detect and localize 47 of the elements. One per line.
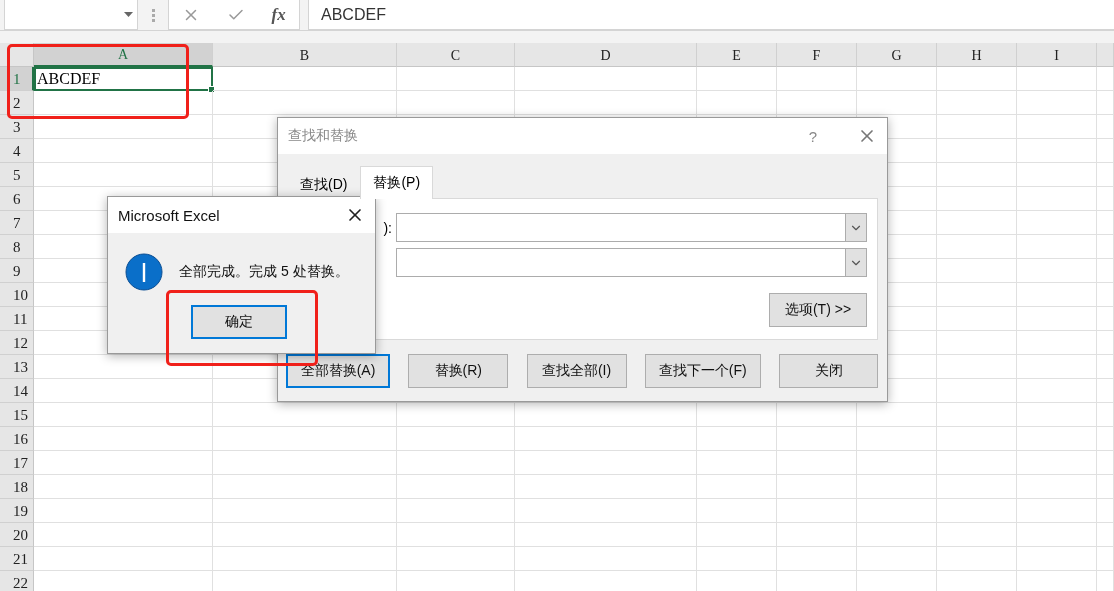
column-header[interactable]: C xyxy=(397,43,515,67)
help-button[interactable]: ? xyxy=(808,127,817,145)
row-header[interactable]: 11 xyxy=(0,307,34,331)
row-header[interactable]: 10 xyxy=(0,283,34,307)
row-header[interactable]: 2 xyxy=(0,91,34,115)
column-header[interactable]: G xyxy=(857,43,937,67)
row-header[interactable]: 9 xyxy=(0,259,34,283)
row-header[interactable]: 6 xyxy=(0,187,34,211)
row-header[interactable]: 4 xyxy=(0,139,34,163)
dialog-button[interactable]: 查找全部(I) xyxy=(526,354,627,388)
row-header[interactable]: 21 xyxy=(0,547,34,571)
column-header[interactable]: B xyxy=(213,43,397,67)
row-header[interactable]: 15 xyxy=(0,403,34,427)
dialog-button[interactable]: 查找下一个(F) xyxy=(644,354,761,388)
dialog-title: Microsoft Excel xyxy=(118,206,221,224)
dialog-title: 查找和替换 xyxy=(288,127,359,145)
row-header[interactable]: 3 xyxy=(0,115,34,139)
column-header[interactable]: H xyxy=(937,43,1017,67)
row-header[interactable]: 7 xyxy=(0,211,34,235)
column-header[interactable]: D xyxy=(515,43,697,67)
row-header[interactable]: 1 xyxy=(0,67,34,91)
row-header[interactable]: 17 xyxy=(0,451,34,475)
message-text: 全部完成。完成 5 处替换。 xyxy=(179,263,349,281)
dialog-button[interactable]: 关闭 xyxy=(779,354,878,388)
formula-field[interactable]: ABCDEF xyxy=(308,0,1114,30)
column-header[interactable]: A xyxy=(34,43,213,67)
row-header[interactable]: 16 xyxy=(0,427,34,451)
field-label: ): xyxy=(383,219,392,236)
row-header[interactable]: 19 xyxy=(0,499,34,523)
table-cell: ABCDEF xyxy=(34,67,213,91)
column-header[interactable]: E xyxy=(697,43,777,67)
ok-button[interactable]: 确定 xyxy=(191,305,287,339)
row-header[interactable]: 18 xyxy=(0,475,34,499)
row-header[interactable]: 20 xyxy=(0,523,34,547)
row-header[interactable]: 14 xyxy=(0,379,34,403)
row-header[interactable]: 22 xyxy=(0,571,34,591)
column-header[interactable]: I xyxy=(1017,43,1097,67)
options-button[interactable]: 选项(T) >> xyxy=(769,293,867,327)
column-header[interactable]: F xyxy=(777,43,857,67)
row-header[interactable]: 8 xyxy=(0,235,34,259)
row-header[interactable]: 12 xyxy=(0,331,34,355)
row-header[interactable]: 13 xyxy=(0,355,34,379)
tab[interactable]: 替换(P) xyxy=(360,166,434,199)
dialog-button[interactable]: 替换(R) xyxy=(408,354,509,388)
insert-function-button[interactable]: fx xyxy=(271,4,286,25)
row-header[interactable]: 5 xyxy=(0,163,34,187)
tab[interactable]: 查找(D) xyxy=(287,170,361,199)
